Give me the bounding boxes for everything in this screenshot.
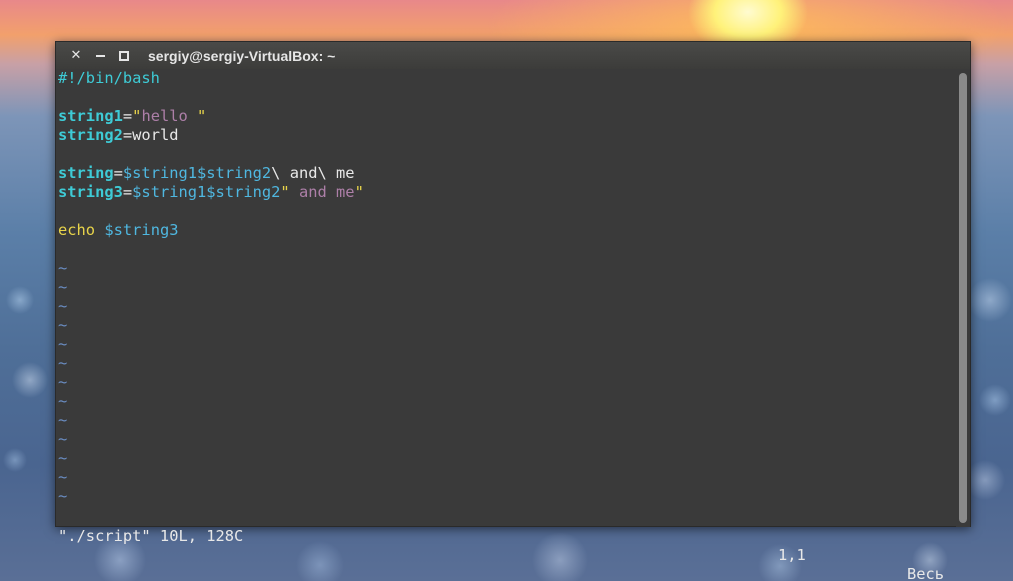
- value: \ and\ me: [271, 164, 355, 182]
- var-name: string2: [58, 126, 123, 144]
- string-literal: hello: [141, 107, 198, 125]
- quote: ": [280, 183, 290, 201]
- tilde-marker: ~: [58, 373, 68, 391]
- quote: ": [197, 107, 207, 125]
- var-name: string1: [58, 107, 123, 125]
- tilde-marker: ~: [58, 487, 68, 505]
- status-scroll-indicator: Весь: [907, 565, 945, 581]
- code-line-3: string1="hello ": [58, 107, 206, 126]
- scrollbar-thumb[interactable]: [959, 73, 967, 523]
- tilde-marker: ~: [58, 411, 68, 429]
- code-line-4: string2=world: [58, 126, 179, 145]
- assign-op: =: [122, 126, 133, 144]
- tilde-marker: ~: [58, 449, 68, 467]
- assign-op: =: [113, 164, 123, 182]
- var-name: string3: [58, 183, 123, 201]
- tilde-marker: ~: [58, 297, 68, 315]
- tilde-marker: ~: [58, 392, 68, 410]
- echo-command: echo: [58, 221, 96, 239]
- value: world: [132, 126, 179, 144]
- tilde-marker: ~: [58, 468, 68, 486]
- tilde-marker: ~: [58, 259, 68, 277]
- tilde-marker: ~: [58, 430, 68, 448]
- close-button[interactable]: ✕: [66, 46, 86, 66]
- minimize-icon: [95, 54, 105, 57]
- var-reference: $string1$string2: [122, 164, 272, 182]
- window-titlebar[interactable]: ✕ sergiy@sergiy-VirtualBox: ~: [56, 42, 970, 69]
- tilde-marker: ~: [58, 354, 68, 372]
- minimize-button[interactable]: [90, 46, 110, 66]
- assign-op: =: [122, 107, 133, 125]
- maximize-icon: [119, 50, 129, 61]
- window-title: sergiy@sergiy-VirtualBox: ~: [148, 47, 336, 64]
- shebang: #!/bin/bash: [58, 69, 160, 87]
- terminal-window[interactable]: ✕ sergiy@sergiy-VirtualBox: ~ #!/bin/bas…: [55, 41, 971, 581]
- tilde-marker: ~: [58, 335, 68, 353]
- vim-statusbar: "./script" 10L, 128C 1,1 Весь: [58, 508, 956, 581]
- status-file-info: "./script" 10L, 128C: [58, 527, 244, 545]
- close-icon: ✕: [70, 48, 82, 63]
- code-line-9: echo $string3: [58, 221, 179, 240]
- var-name: string: [58, 164, 114, 182]
- status-cursor-position: 1,1: [778, 546, 806, 564]
- tilde-marker: ~: [58, 316, 68, 334]
- scrollbar[interactable]: [956, 69, 970, 527]
- var-reference: $string3: [104, 221, 179, 239]
- quote: ": [354, 183, 364, 201]
- string-literal: and me: [289, 183, 355, 201]
- code-line-7: string3=$string1$string2" and me": [58, 183, 364, 202]
- tilde-marker: ~: [58, 278, 68, 296]
- code-line-6: string=$string1$string2\ and\ me: [58, 164, 355, 183]
- code-line-1: #!/bin/bash: [58, 69, 160, 88]
- vim-editor[interactable]: #!/bin/bash string1="hello " string2=wor…: [58, 69, 956, 581]
- assign-op: =: [122, 183, 133, 201]
- maximize-button[interactable]: [114, 46, 134, 66]
- var-reference: $string1$string2: [132, 183, 281, 201]
